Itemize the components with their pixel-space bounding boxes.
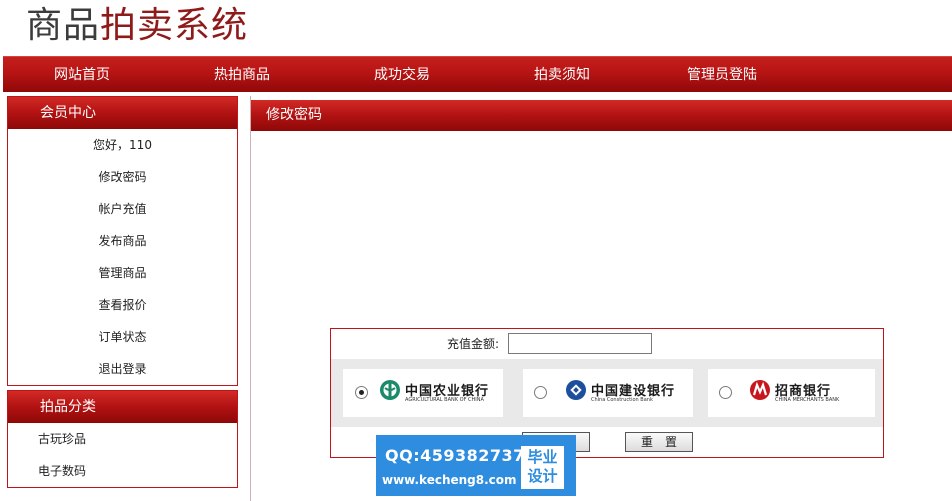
category-electronics[interactable]: 电子数码 bbox=[38, 463, 86, 479]
nav-admin-login[interactable]: 管理员登陆 bbox=[687, 57, 757, 93]
member-center-title: 会员中心 bbox=[8, 97, 237, 129]
menu-order-status[interactable]: 订单状态 bbox=[8, 329, 237, 345]
cmb-emblem-icon bbox=[750, 380, 770, 400]
category-panel: 拍品分类 古玩珍品 电子数码 bbox=[7, 390, 238, 488]
site-logo: 商品拍卖系统 bbox=[26, 4, 248, 48]
watermark-url: www.kecheng8.com bbox=[382, 473, 517, 487]
menu-view-bids[interactable]: 查看报价 bbox=[8, 297, 237, 313]
abc-emblem-icon bbox=[380, 380, 400, 400]
reset-button[interactable]: 重 置 bbox=[625, 432, 693, 452]
watermark-badge: 毕业 设计 bbox=[521, 446, 564, 489]
main-title: 修改密码 bbox=[251, 100, 952, 131]
menu-logout[interactable]: 退出登录 bbox=[8, 361, 237, 377]
amount-input[interactable] bbox=[508, 333, 652, 354]
menu-change-password[interactable]: 修改密码 bbox=[8, 169, 237, 185]
ccb-logo: 中国建设银行 China Construction Bank bbox=[565, 379, 690, 407]
bank-radio-abc[interactable] bbox=[355, 386, 368, 399]
abc-name-en: AGRICULTURAL BANK OF CHINA bbox=[405, 397, 484, 403]
watermark-badge-line2: 设计 bbox=[527, 467, 558, 485]
member-center-panel: 会员中心 您好，110 修改密码 帐户充值 发布商品 管理商品 查看报价 订单状… bbox=[7, 96, 238, 386]
member-greeting: 您好，110 bbox=[93, 138, 152, 152]
watermark-qq: QQ:459382737 bbox=[385, 446, 525, 465]
cmb-logo: 招商银行 CHINA MERCHANTS BANK bbox=[749, 379, 869, 407]
watermark-badge-line1: 毕业 bbox=[527, 448, 558, 466]
logo-part-2: 拍卖系统 bbox=[100, 5, 249, 46]
cmb-name-en: CHINA MERCHANTS BANK bbox=[775, 397, 840, 403]
nav-hot-items[interactable]: 热拍商品 bbox=[214, 57, 270, 93]
category-title: 拍品分类 bbox=[8, 391, 237, 423]
bank-option-abc[interactable]: 中国农业银行 AGRICULTURAL BANK OF CHINA bbox=[343, 369, 503, 417]
nav-auction-rules[interactable]: 拍卖须知 bbox=[534, 57, 590, 93]
bank-options: 中国农业银行 AGRICULTURAL BANK OF CHINA 中国建设银行… bbox=[331, 359, 883, 427]
bank-option-cmb[interactable]: 招商银行 CHINA MERCHANTS BANK bbox=[708, 369, 875, 417]
bank-radio-cmb[interactable] bbox=[719, 386, 732, 399]
abc-logo: 中国农业银行 AGRICULTURAL BANK OF CHINA bbox=[379, 379, 499, 407]
bank-radio-ccb[interactable] bbox=[534, 386, 547, 399]
top-nav: 网站首页 热拍商品 成功交易 拍卖须知 管理员登陆 bbox=[3, 56, 952, 92]
amount-label: 充值金额: bbox=[447, 337, 500, 351]
watermark-banner: QQ:459382737 www.kecheng8.com 毕业 设计 bbox=[376, 435, 576, 496]
menu-manage-items[interactable]: 管理商品 bbox=[8, 265, 237, 281]
menu-account-recharge[interactable]: 帐户充值 bbox=[8, 201, 237, 217]
nav-successful-deals[interactable]: 成功交易 bbox=[374, 57, 430, 93]
ccb-name-en: China Construction Bank bbox=[591, 397, 653, 403]
content-divider bbox=[250, 96, 251, 501]
nav-home[interactable]: 网站首页 bbox=[54, 57, 110, 93]
logo-part-1: 商品 bbox=[26, 5, 101, 46]
menu-publish-item[interactable]: 发布商品 bbox=[8, 233, 237, 249]
ccb-emblem-icon bbox=[566, 380, 586, 400]
bank-option-ccb[interactable]: 中国建设银行 China Construction Bank bbox=[523, 369, 693, 417]
category-antiques[interactable]: 古玩珍品 bbox=[38, 431, 86, 447]
